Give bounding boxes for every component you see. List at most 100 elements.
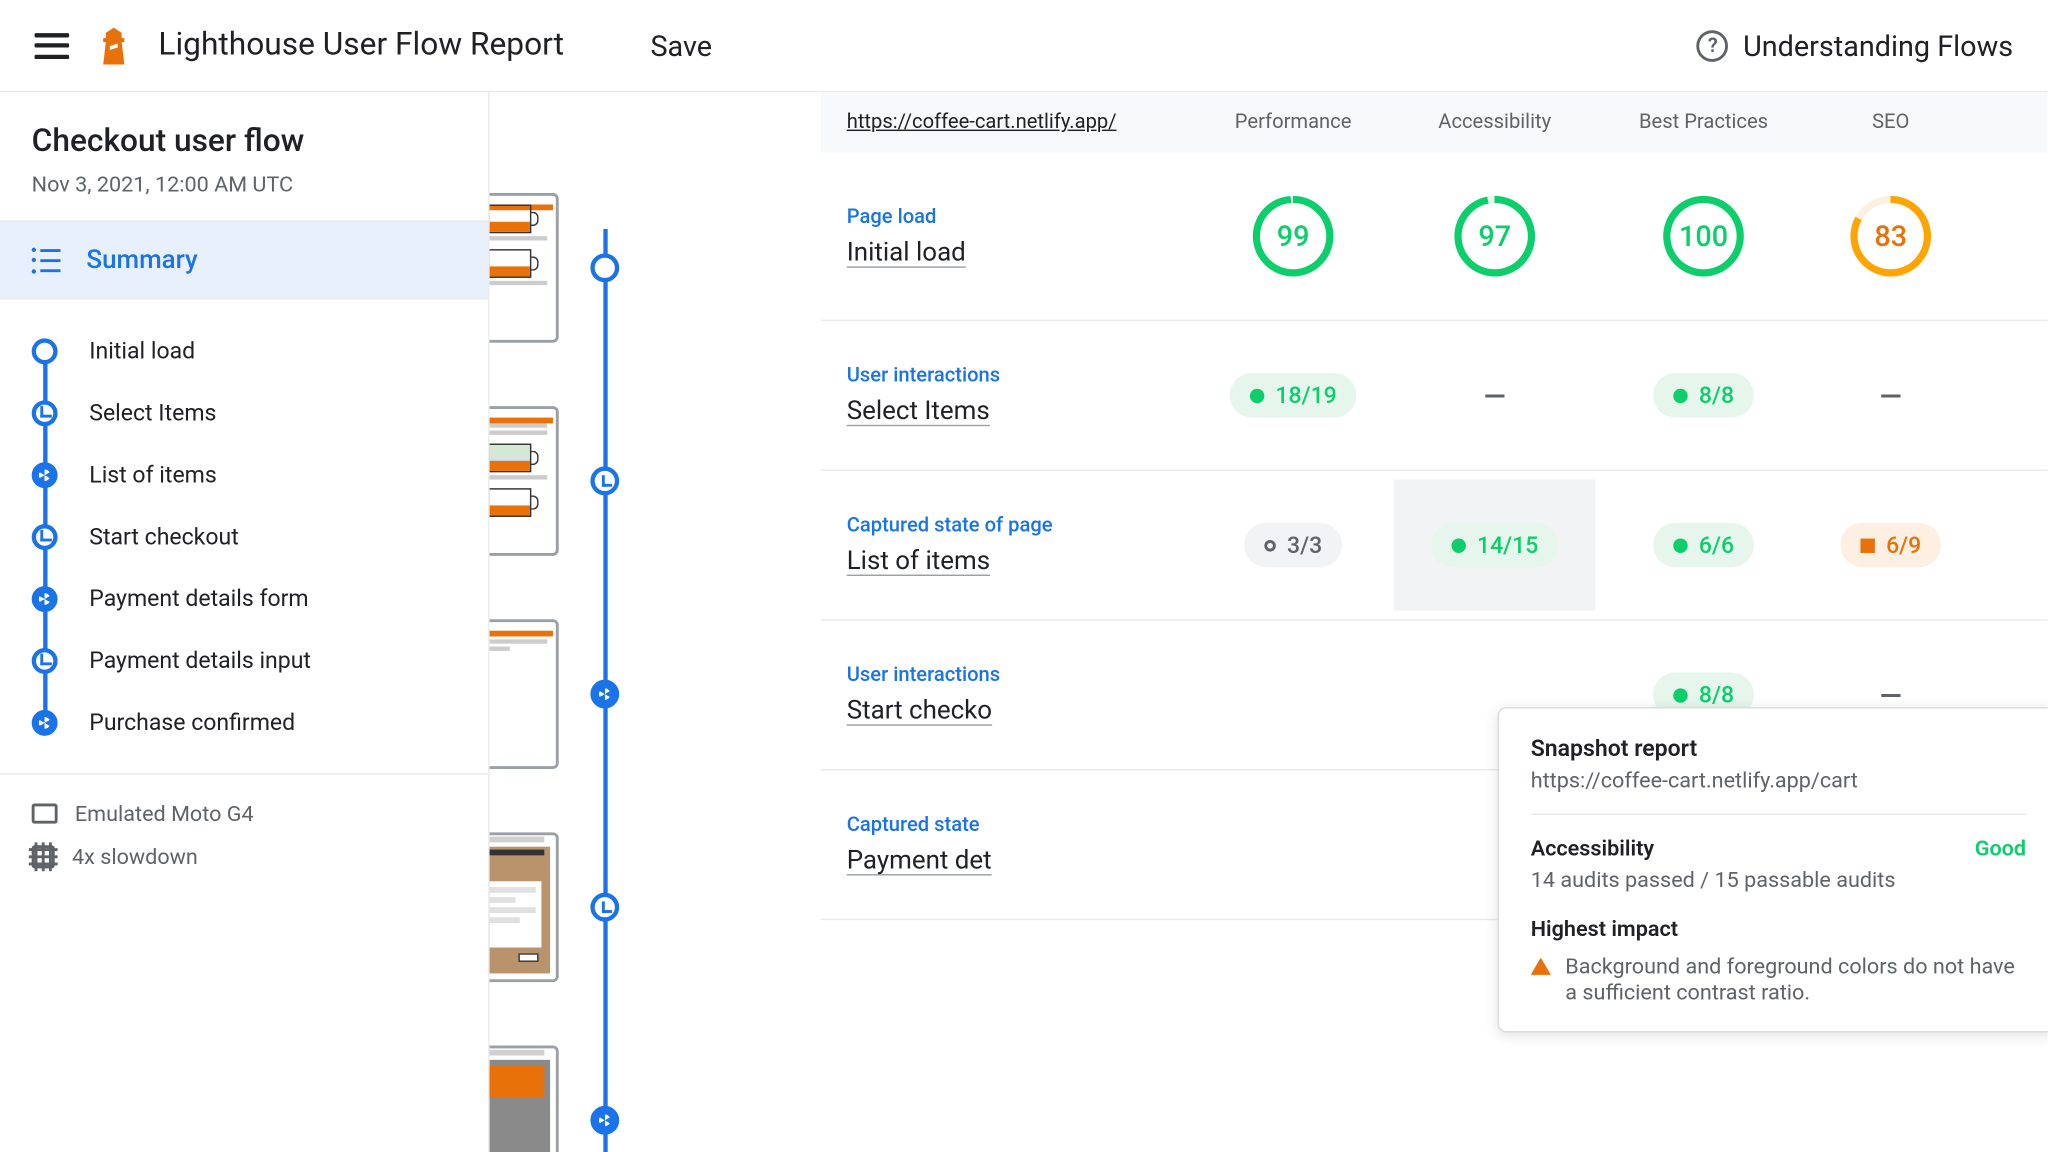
lighthouse-logo-icon [98,27,130,64]
aperture-icon [32,585,58,611]
row-label[interactable]: Page load Initial load [847,205,1193,267]
score-cell[interactable]: 100 [1596,196,1812,277]
step-type: Page load [847,205,1193,228]
clock-icon [590,893,619,922]
col-performance: Performance [1192,111,1394,134]
aperture-icon [32,709,58,735]
tooltip-impact-text: Background and foreground colors do not … [1565,953,2026,1005]
step-name: Initial load [847,237,1193,267]
score-cell[interactable]: 3/3 [1192,523,1394,568]
help-icon: ? [1697,30,1729,62]
tooltip-sub: 14 audits passed / 15 passable audits [1531,867,2026,893]
dot-icon [1673,388,1687,402]
score-tooltip: Snapshot report https://coffee-cart.netl… [1498,707,2048,1032]
row-label[interactable]: Captured statePayment det [847,814,1193,876]
score-cell[interactable]: — [1394,378,1596,413]
score-cell[interactable]: 83 [1812,196,1970,277]
report-url[interactable]: https://coffee-cart.netlify.app/ [847,111,1193,134]
tooltip-title: Snapshot report [1531,734,2026,761]
sidebar-flow-item[interactable]: Select Items [32,382,488,444]
device-label: Emulated Moto G4 [75,801,254,827]
score-pill: 6/9 [1840,523,1941,568]
step-name: Select Items [847,396,1193,426]
sidebar: Checkout user flow Nov 3, 2021, 12:00 AM… [0,92,490,1152]
score-pill: 6/6 [1653,523,1754,568]
flow-item-label: Payment details input [89,647,311,674]
timeline-thumbnail[interactable] [490,193,559,343]
timeline-thumbnail[interactable] [490,832,559,982]
flow-item-label: Start checkout [89,523,238,550]
score-cell[interactable]: 8/8 [1596,373,1812,418]
flow-item-label: Payment details form [89,585,308,612]
main-content: https://coffee-cart.netlify.app/ Perform… [490,92,2048,1152]
device-icon [32,804,58,824]
step-type: User interactions [847,664,1193,687]
score-gauge: 100 [1663,196,1744,277]
help-link[interactable]: ? Understanding Flows [1697,28,2013,63]
score-gauge: 97 [1454,196,1535,277]
clock-icon [590,467,619,496]
tooltip-url: https://coffee-cart.netlify.app/cart [1531,768,2026,794]
timeline-thumbnail[interactable] [490,619,559,769]
save-button[interactable]: Save [650,28,712,63]
flow-item-label: Initial load [89,337,195,364]
timeline-node-icon [590,253,619,282]
score-gauge: 83 [1850,196,1931,277]
aperture-icon [590,1106,619,1135]
menu-icon[interactable] [35,32,70,58]
score-cell[interactable]: 6/9 [1812,523,1970,568]
flow-date: Nov 3, 2021, 12:00 AM UTC [32,171,457,197]
flow-item-label: Purchase confirmed [89,708,295,735]
score-cell[interactable]: 18/19 [1192,373,1394,418]
cpu-label: 4x slowdown [72,844,198,870]
sidebar-flow-item[interactable]: Payment details form [32,567,488,629]
step-name: Start checko [847,696,1193,726]
score-cell[interactable]: 6/6 [1596,523,1812,568]
row-label[interactable]: User interactions Start checko [847,664,1193,726]
step-type: Captured state of page [847,514,1193,537]
score-cell[interactable]: — [1812,378,1970,413]
cpu-icon [32,845,55,868]
aperture-icon [590,680,619,709]
score-pill: 18/19 [1229,373,1357,418]
flow-item-label: Select Items [89,399,216,426]
sidebar-summary[interactable]: Summary [0,220,488,299]
clock-icon [32,647,58,673]
sidebar-flow-item[interactable]: List of items [32,444,488,506]
report-row: Page load Initial load 99 97 100 83 [821,153,2048,321]
timeline-thumbnail[interactable] [490,406,559,556]
row-label[interactable]: User interactions Select Items [847,364,1193,426]
sidebar-flow-item[interactable]: Payment details input [32,629,488,691]
sidebar-flow-item[interactable]: Purchase confirmed [32,691,488,753]
help-label: Understanding Flows [1743,28,2013,63]
score-cell[interactable]: 97 [1394,196,1596,277]
list-icon [32,248,61,271]
step-name: List of items [847,546,1193,576]
step-type: User interactions [847,364,1193,387]
app-title: Lighthouse User Flow Report [158,27,564,63]
dot-icon [1673,688,1687,702]
flow-nav: Initial load Select Items List of items Sta… [0,300,488,775]
score-pill: 3/3 [1244,523,1343,568]
score-cell[interactable]: 99 [1192,196,1394,277]
tooltip-rating: Good [1975,835,2026,861]
dot-icon [1673,538,1687,552]
sidebar-flow-item[interactable]: Initial load [32,320,488,382]
dash-icon: — [1484,378,1506,413]
sidebar-flow-item[interactable]: Start checkout [32,505,488,567]
score-pill: 14/15 [1431,523,1559,568]
dash-icon: — [1880,378,1902,413]
tooltip-category: Accessibility [1531,835,1654,861]
row-label[interactable]: Captured state of page List of items [847,514,1193,576]
timeline-thumbnail[interactable] [490,1045,559,1152]
col-best-practices: Best Practices [1596,111,1812,134]
score-gauge: 99 [1253,196,1334,277]
summary-label: Summary [86,245,197,275]
score-cell[interactable]: 14/15 [1394,480,1596,611]
dot-icon [1451,538,1465,552]
clock-icon [32,523,58,549]
report-row: Captured state of page List of items 3/3 14… [821,471,2048,621]
col-accessibility: Accessibility [1394,111,1596,134]
tooltip-impact-heading: Highest impact [1531,916,2026,942]
square-icon [1860,538,1874,552]
